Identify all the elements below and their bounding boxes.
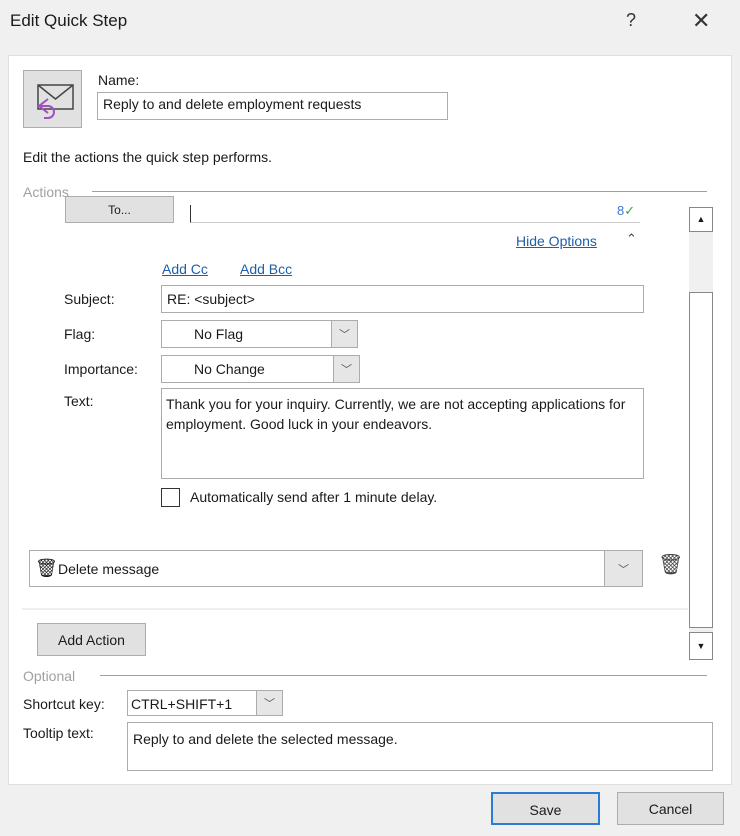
actions-legend: Actions [23, 184, 69, 200]
subject-label: Subject: [64, 291, 115, 307]
instructions-text: Edit the actions the quick step performs… [23, 149, 273, 165]
to-button[interactable]: To... [65, 196, 174, 223]
flag-select[interactable]: No Flag ﹀ [161, 320, 358, 348]
dialog-title: Edit Quick Step [10, 11, 128, 30]
delete-action-trash-icon[interactable]: 🗑 [658, 552, 683, 577]
auto-send-label[interactable]: Automatically send after 1 minute delay. [190, 489, 437, 505]
text-label: Text: [64, 393, 94, 409]
subject-input[interactable]: RE: <subject> [161, 285, 644, 313]
save-button[interactable]: Save [491, 792, 600, 825]
tooltip-text-input[interactable]: Reply to and delete the selected message… [127, 722, 713, 771]
hide-options-link[interactable]: Hide Options [516, 233, 597, 249]
scroll-up-arrow-icon[interactable]: ▲ [689, 207, 713, 232]
actions-divider [92, 191, 707, 192]
importance-label: Importance: [64, 361, 138, 377]
scrollbar-thumb[interactable] [689, 292, 713, 628]
shortcut-key-label: Shortcut key: [23, 696, 105, 712]
add-action-button[interactable]: Add Action [37, 623, 146, 656]
collapse-chevron-icon[interactable]: ⌃ [626, 231, 637, 247]
actions-scrollbar[interactable]: ▲ ▼ [689, 207, 713, 660]
add-bcc-link[interactable]: Add Bcc [240, 261, 292, 277]
help-button[interactable]: ? [626, 10, 636, 31]
chevron-down-icon: ﹀ [604, 551, 642, 586]
action-value: Delete message [58, 561, 160, 577]
chevron-down-icon: ﹀ [333, 356, 359, 382]
flag-label: Flag: [64, 326, 96, 342]
add-cc-link[interactable]: Add Cc [162, 261, 208, 277]
auto-send-checkbox[interactable] [161, 488, 180, 507]
to-input[interactable] [190, 205, 640, 223]
address-book-icon[interactable]: 8✓ [617, 203, 635, 219]
optional-divider [100, 675, 707, 676]
trash-icon: 🗑 [35, 558, 58, 578]
importance-select[interactable]: No Change ﹀ [161, 355, 360, 383]
flag-value: No Flag [194, 326, 244, 342]
scroll-down-arrow-icon[interactable]: ▼ [689, 632, 713, 660]
quick-step-icon-button[interactable] [23, 70, 82, 128]
chevron-down-icon: ﹀ [256, 691, 282, 715]
name-input[interactable]: Reply to and delete employment requests [97, 92, 448, 120]
close-button[interactable]: ✕ [692, 8, 710, 34]
tooltip-text-label: Tooltip text: [23, 725, 94, 741]
importance-value: No Change [194, 361, 265, 377]
action-separator [22, 608, 688, 610]
reply-envelope-icon [37, 84, 74, 119]
name-label: Name: [98, 72, 140, 88]
text-textarea[interactable]: Thank you for your inquiry. Currently, w… [161, 388, 644, 479]
shortcut-key-select[interactable]: CTRL+SHIFT+1 ﹀ [127, 690, 283, 716]
shortcut-key-value: CTRL+SHIFT+1 [131, 696, 233, 712]
optional-legend: Optional [23, 668, 76, 684]
chevron-down-icon: ﹀ [331, 321, 357, 347]
delete-message-action-select[interactable]: 🗑 Delete message ﹀ [29, 550, 643, 587]
cancel-button[interactable]: Cancel [617, 792, 724, 825]
